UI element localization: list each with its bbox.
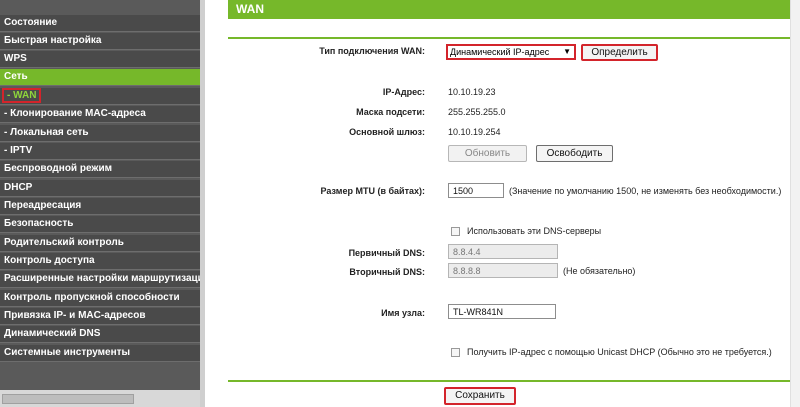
renew-button[interactable]: Обновить	[448, 145, 527, 162]
sidebar-item-mac-clone[interactable]: - Клонирование MAC-адреса	[0, 106, 200, 123]
save-button[interactable]: Сохранить	[444, 387, 516, 405]
ip-address-value: 10.10.19.23	[448, 87, 496, 97]
sidebar-item-status[interactable]: Состояние	[0, 15, 200, 32]
gateway-label: Основной шлюз:	[349, 127, 425, 137]
primary-dns-input[interactable]	[448, 244, 558, 259]
sidebar-nav: Состояние Быстрая настройка WPS Сеть - W…	[0, 0, 200, 407]
sidebar-item-wan[interactable]: - WAN	[0, 88, 200, 105]
detect-button[interactable]: Определить	[581, 44, 658, 61]
scrollbar-thumb[interactable]	[2, 394, 134, 404]
mtu-label: Размер MTU (в байтах):	[320, 186, 425, 196]
sidebar-item-ddns[interactable]: Динамический DNS	[0, 326, 200, 343]
sidebar-item-access-control[interactable]: Контроль доступа	[0, 253, 200, 270]
sidebar-item-parental-control[interactable]: Родительский контроль	[0, 235, 200, 252]
page-title: WAN	[228, 0, 798, 19]
vertical-scrollbar[interactable]	[790, 0, 800, 407]
optional-hint: (Не обязательно)	[563, 266, 636, 276]
primary-dns-label: Первичный DNS:	[348, 248, 425, 258]
secondary-dns-input[interactable]	[448, 263, 558, 278]
wan-type-select[interactable]: Динамический IP-адрес ▼	[446, 44, 576, 60]
sidebar-item-iptv[interactable]: - IPTV	[0, 143, 200, 160]
release-button[interactable]: Освободить	[536, 145, 613, 162]
main-content: WAN Тип подключения WAN: Динамический IP…	[205, 0, 800, 407]
sidebar-item-bandwidth-control[interactable]: Контроль пропускной способности	[0, 290, 200, 307]
use-dns-checkbox[interactable]	[451, 227, 460, 236]
hostname-label: Имя узла:	[381, 308, 425, 318]
gateway-value: 10.10.19.254	[448, 127, 501, 137]
sidebar-item-security[interactable]: Безопасность	[0, 216, 200, 233]
sidebar-item-forwarding[interactable]: Переадресация	[0, 198, 200, 215]
sidebar-item-wireless[interactable]: Беспроводной режим	[0, 161, 200, 178]
ip-address-label: IP-Адрес:	[382, 87, 425, 97]
secondary-dns-label: Вторичный DNS:	[349, 267, 425, 277]
sidebar-item-wps[interactable]: WPS	[0, 51, 200, 68]
sidebar-item-advanced-routing[interactable]: Расширенные настройки маршрутизации	[0, 271, 200, 288]
sidebar-item-dhcp[interactable]: DHCP	[0, 180, 200, 197]
sidebar-horizontal-scrollbar[interactable]	[0, 390, 200, 407]
hostname-input[interactable]	[448, 304, 556, 319]
unicast-dhcp-checkbox[interactable]	[451, 348, 460, 357]
wan-type-select-value: Динамический IP-адрес	[450, 47, 550, 57]
sidebar-item-ip-mac-binding[interactable]: Привязка IP- и MAC-адресов	[0, 308, 200, 325]
sidebar-item-wan-label: - WAN	[1, 88, 42, 103]
use-dns-label: Использовать эти DNS-серверы	[467, 226, 602, 236]
wan-type-label: Тип подключения WAN:	[319, 46, 425, 56]
subnet-mask-label: Маска подсети:	[356, 107, 425, 117]
mtu-input[interactable]	[448, 183, 504, 198]
sidebar-item-quick-setup[interactable]: Быстрая настройка	[0, 33, 200, 50]
mtu-hint: (Значение по умолчанию 1500, не изменять…	[509, 186, 782, 196]
sidebar-item-system-tools[interactable]: Системные инструменты	[0, 345, 200, 362]
bottom-divider	[228, 380, 795, 382]
top-divider	[228, 37, 795, 39]
sidebar-item-network[interactable]: Сеть	[0, 69, 200, 86]
sidebar-item-lan[interactable]: - Локальная сеть	[0, 125, 200, 142]
subnet-mask-value: 255.255.255.0	[448, 107, 506, 117]
unicast-dhcp-label: Получить IP-адрес с помощью Unicast DHCP…	[467, 347, 772, 357]
dropdown-arrow-icon: ▼	[563, 47, 571, 56]
